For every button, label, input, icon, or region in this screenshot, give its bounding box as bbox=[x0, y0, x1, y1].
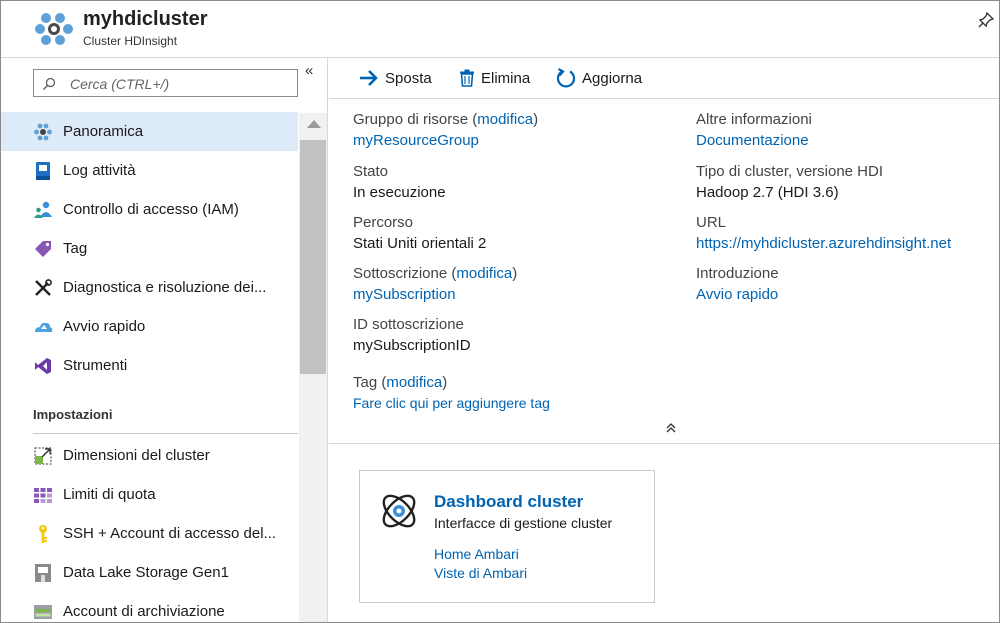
quickstart-icon bbox=[35, 322, 53, 332]
collapse-sidebar-button[interactable]: « bbox=[305, 62, 313, 79]
iam-icon bbox=[34, 201, 52, 218]
sidebar-item-label: Tag bbox=[63, 240, 88, 257]
hdinsight-logo-icon bbox=[35, 13, 73, 45]
sidebar-item-label: Account di archiviazione bbox=[63, 603, 225, 620]
sidebar-item-limiti-quota[interactable]: Limiti di quota bbox=[1, 475, 298, 514]
sidebar-item-avvio-rapido[interactable]: Avvio rapido bbox=[1, 307, 298, 346]
sidebar-item-tag[interactable]: Tag bbox=[1, 229, 298, 268]
search-placeholder: Cerca (CTRL+/) bbox=[70, 76, 170, 92]
intro-label: Introduzione bbox=[696, 265, 779, 282]
subscription-id-label: ID sottoscrizione bbox=[353, 316, 464, 333]
ambari-views-link[interactable]: Viste di Ambari bbox=[434, 565, 527, 581]
sidebar-item-account-archiviazione[interactable]: Account di archiviazione bbox=[1, 592, 298, 622]
arrow-right-icon bbox=[360, 70, 378, 86]
trash-icon bbox=[460, 69, 474, 87]
diagnose-icon bbox=[35, 279, 52, 296]
settings-nav: Dimensioni del cluster Limiti di quota S… bbox=[1, 436, 298, 622]
sidebar: Cerca (CTRL+/) « Panoramica Log attività bbox=[1, 58, 328, 622]
page-title: myhdicluster bbox=[83, 8, 208, 30]
ambari-dashboard-icon bbox=[382, 494, 416, 528]
section-divider bbox=[33, 433, 298, 434]
location-label: Percorso bbox=[353, 214, 414, 231]
refresh-label: Aggiorna bbox=[582, 69, 643, 87]
blade-header: myhdicluster Cluster HDInsight bbox=[1, 1, 999, 58]
move-button[interactable]: Sposta bbox=[359, 66, 432, 90]
sidebar-item-label: Log attività bbox=[63, 162, 136, 179]
storage-icon bbox=[34, 605, 52, 619]
cluster-url-link[interactable]: https://myhdicluster.azurehdinsight.net bbox=[696, 235, 951, 252]
add-tags-link[interactable]: Fare clic qui per aggiungere tag bbox=[353, 395, 550, 411]
sidebar-item-data-lake[interactable]: Data Lake Storage Gen1 bbox=[1, 553, 298, 592]
card-subtitle: Interfacce di gestione cluster bbox=[434, 515, 613, 531]
search-icon bbox=[43, 77, 56, 90]
tags-edit-link[interactable]: modifica bbox=[386, 374, 442, 391]
delete-label: Elimina bbox=[481, 69, 531, 87]
quota-icon bbox=[34, 488, 52, 503]
cluster-type-label: Tipo di cluster, versione HDI bbox=[696, 163, 884, 180]
sidebar-item-label: SSH + Account di accesso del... bbox=[63, 525, 277, 542]
resource-group-label: Gruppo di risorse (modifica) bbox=[353, 111, 539, 128]
sidebar-item-label: Dimensioni del cluster bbox=[63, 447, 210, 464]
status-value: In esecuzione bbox=[353, 184, 446, 201]
resource-group-link[interactable]: myResourceGroup bbox=[353, 132, 479, 149]
refresh-icon bbox=[556, 68, 576, 88]
more-info-label: Altre informazioni bbox=[696, 111, 812, 128]
sidebar-item-log-attivita[interactable]: Log attività bbox=[1, 151, 298, 190]
section-title-impostazioni: Impostazioni bbox=[33, 407, 113, 422]
search-input[interactable]: Cerca (CTRL+/) bbox=[33, 69, 298, 97]
subscription-link[interactable]: mySubscription bbox=[353, 286, 456, 303]
status-label: Stato bbox=[353, 163, 389, 180]
overview-icon bbox=[34, 123, 52, 141]
subscription-label: Sottoscrizione (modifica) bbox=[353, 265, 518, 282]
page-subtitle: Cluster HDInsight bbox=[83, 34, 178, 48]
refresh-button[interactable]: Aggiorna bbox=[556, 66, 642, 90]
cluster-dashboard-card[interactable]: Dashboard cluster Interfacce di gestione… bbox=[359, 470, 655, 603]
datalake-icon bbox=[35, 564, 51, 582]
activity-log-icon bbox=[36, 162, 50, 180]
ambari-home-link[interactable]: Home Ambari bbox=[434, 546, 519, 562]
command-bar: Sposta Elimina Aggiorna bbox=[329, 58, 999, 99]
resource-group-label-text: Gruppo di risorse bbox=[353, 111, 469, 128]
sidebar-item-label: Controllo di accesso (IAM) bbox=[63, 201, 239, 218]
pin-icon[interactable] bbox=[977, 11, 995, 29]
sidebar-item-panoramica[interactable]: Panoramica bbox=[1, 112, 298, 151]
subscription-id-value: mySubscriptionID bbox=[353, 337, 471, 354]
key-icon bbox=[39, 525, 47, 543]
move-label: Sposta bbox=[385, 69, 432, 87]
essentials-panel: Gruppo di risorse (modifica) myResourceG… bbox=[329, 99, 999, 444]
tag-icon bbox=[35, 241, 51, 257]
documentation-link[interactable]: Documentazione bbox=[696, 132, 809, 149]
subscription-label-text: Sottoscrizione bbox=[353, 265, 448, 282]
quickstart-link[interactable]: Avvio rapido bbox=[696, 286, 778, 303]
sidebar-item-label: Strumenti bbox=[63, 357, 128, 374]
sidebar-item-ssh[interactable]: SSH + Account di accesso del... bbox=[1, 514, 298, 553]
sidebar-item-label: Diagnostica e risoluzione dei... bbox=[63, 279, 267, 296]
delete-button[interactable]: Elimina bbox=[459, 66, 530, 90]
sidebar-item-strumenti[interactable]: Strumenti bbox=[1, 346, 298, 385]
resource-group-edit-link[interactable]: modifica bbox=[477, 111, 533, 128]
sidebar-item-diagnostica[interactable]: Diagnostica e risoluzione dei... bbox=[1, 268, 298, 307]
sidebar-item-label: Data Lake Storage Gen1 bbox=[63, 564, 229, 581]
tags-label-text: Tag bbox=[353, 374, 378, 391]
sidebar-item-label: Avvio rapido bbox=[63, 318, 146, 335]
tags-label: Tag (modifica) bbox=[353, 374, 448, 391]
card-title[interactable]: Dashboard cluster bbox=[434, 492, 583, 512]
location-value: Stati Uniti orientali 2 bbox=[353, 235, 487, 252]
sidebar-item-dimensioni-cluster[interactable]: Dimensioni del cluster bbox=[1, 436, 298, 475]
sidebar-item-label: Panoramica bbox=[63, 123, 144, 140]
sidebar-item-iam[interactable]: Controllo di accesso (IAM) bbox=[1, 190, 298, 229]
tools-icon bbox=[35, 358, 51, 374]
collapse-essentials-icon[interactable] bbox=[665, 422, 677, 434]
cluster-size-icon bbox=[34, 447, 52, 465]
scrollbar-thumb[interactable] bbox=[300, 140, 326, 374]
subscription-edit-link[interactable]: modifica bbox=[456, 265, 512, 282]
sidebar-item-label: Limiti di quota bbox=[63, 486, 156, 503]
scroll-up-arrow-icon[interactable] bbox=[307, 120, 321, 128]
sidebar-nav: Panoramica Log attività Controllo di acc… bbox=[1, 112, 298, 385]
url-label: URL bbox=[696, 214, 727, 231]
cluster-type-value: Hadoop 2.7 (HDI 3.6) bbox=[696, 184, 839, 201]
